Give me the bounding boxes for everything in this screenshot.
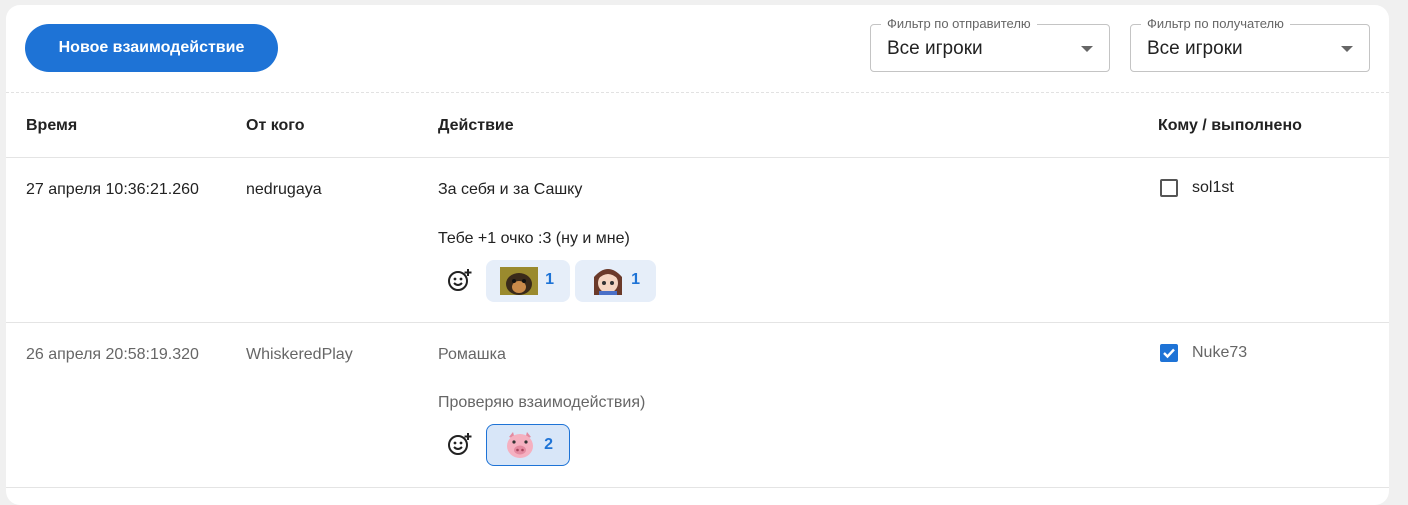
row-time: 27 апреля 10:36:21.260 (26, 181, 199, 198)
interactions-card: Новое взаимодействие Фильтр по отправите… (6, 5, 1389, 505)
reaction-chip[interactable]: 2 (486, 424, 570, 466)
caret-down-icon (1341, 46, 1353, 52)
checkmark-icon (1163, 348, 1175, 359)
header-from: От кого (246, 117, 305, 134)
new-interaction-button[interactable]: Новое взаимодействие (25, 24, 278, 72)
row-action-title: Ромашка (438, 346, 506, 363)
reaction-chip[interactable]: 1 (575, 260, 656, 302)
row-from: WhiskeredPlay (246, 346, 353, 363)
toolbar: Новое взаимодействие Фильтр по отправите… (6, 5, 1389, 93)
recipient-done-toggle[interactable]: Nuke73 (1160, 344, 1247, 362)
dog-photo-icon (500, 267, 538, 295)
recipient-filter-value: Все игроки (1147, 38, 1243, 59)
sender-filter-select[interactable]: Фильтр по отправителю Все игроки (870, 16, 1110, 72)
header-to: Кому / выполнено (1158, 117, 1302, 134)
add-reaction-icon[interactable] (442, 426, 478, 462)
header-action: Действие (438, 117, 514, 134)
sender-filter-label: Фильтр по отправителю (881, 16, 1037, 31)
table-row: 26 апреля 20:58:19.320 WhiskeredPlay Ром… (6, 323, 1389, 488)
table-row: 27 апреля 10:36:21.260 nedrugaya За себя… (6, 158, 1389, 323)
add-reaction-icon[interactable] (442, 262, 478, 298)
recipient-done-toggle[interactable]: sol1st (1160, 179, 1234, 197)
row-time: 26 апреля 20:58:19.320 (26, 346, 199, 363)
anime-girl-icon (589, 267, 627, 295)
reaction-count: 1 (545, 271, 554, 288)
row-from: nedrugaya (246, 181, 322, 198)
sender-filter-value: Все игроки (887, 38, 983, 59)
row-action-title: За себя и за Сашку (438, 181, 583, 198)
reaction-count: 2 (544, 436, 553, 453)
table-header: Время От кого Действие Кому / выполнено (6, 93, 1389, 158)
done-checkbox[interactable] (1160, 344, 1178, 362)
row-action-desc: Проверяю взаимодействия) (438, 394, 646, 411)
done-checkbox[interactable] (1160, 179, 1178, 197)
header-time: Время (26, 117, 78, 134)
reaction-count: 1 (631, 271, 640, 288)
recipient-filter-label: Фильтр по получателю (1141, 16, 1290, 31)
recipient-name: sol1st (1192, 179, 1234, 196)
pig-icon (507, 432, 533, 458)
recipient-name: Nuke73 (1192, 344, 1248, 361)
caret-down-icon (1081, 46, 1093, 52)
recipient-filter-select[interactable]: Фильтр по получателю Все игроки (1130, 16, 1370, 72)
reaction-chip[interactable]: 1 (486, 260, 570, 302)
row-action-desc: Тебе +1 очко :3 (ну и мне) (438, 230, 630, 247)
